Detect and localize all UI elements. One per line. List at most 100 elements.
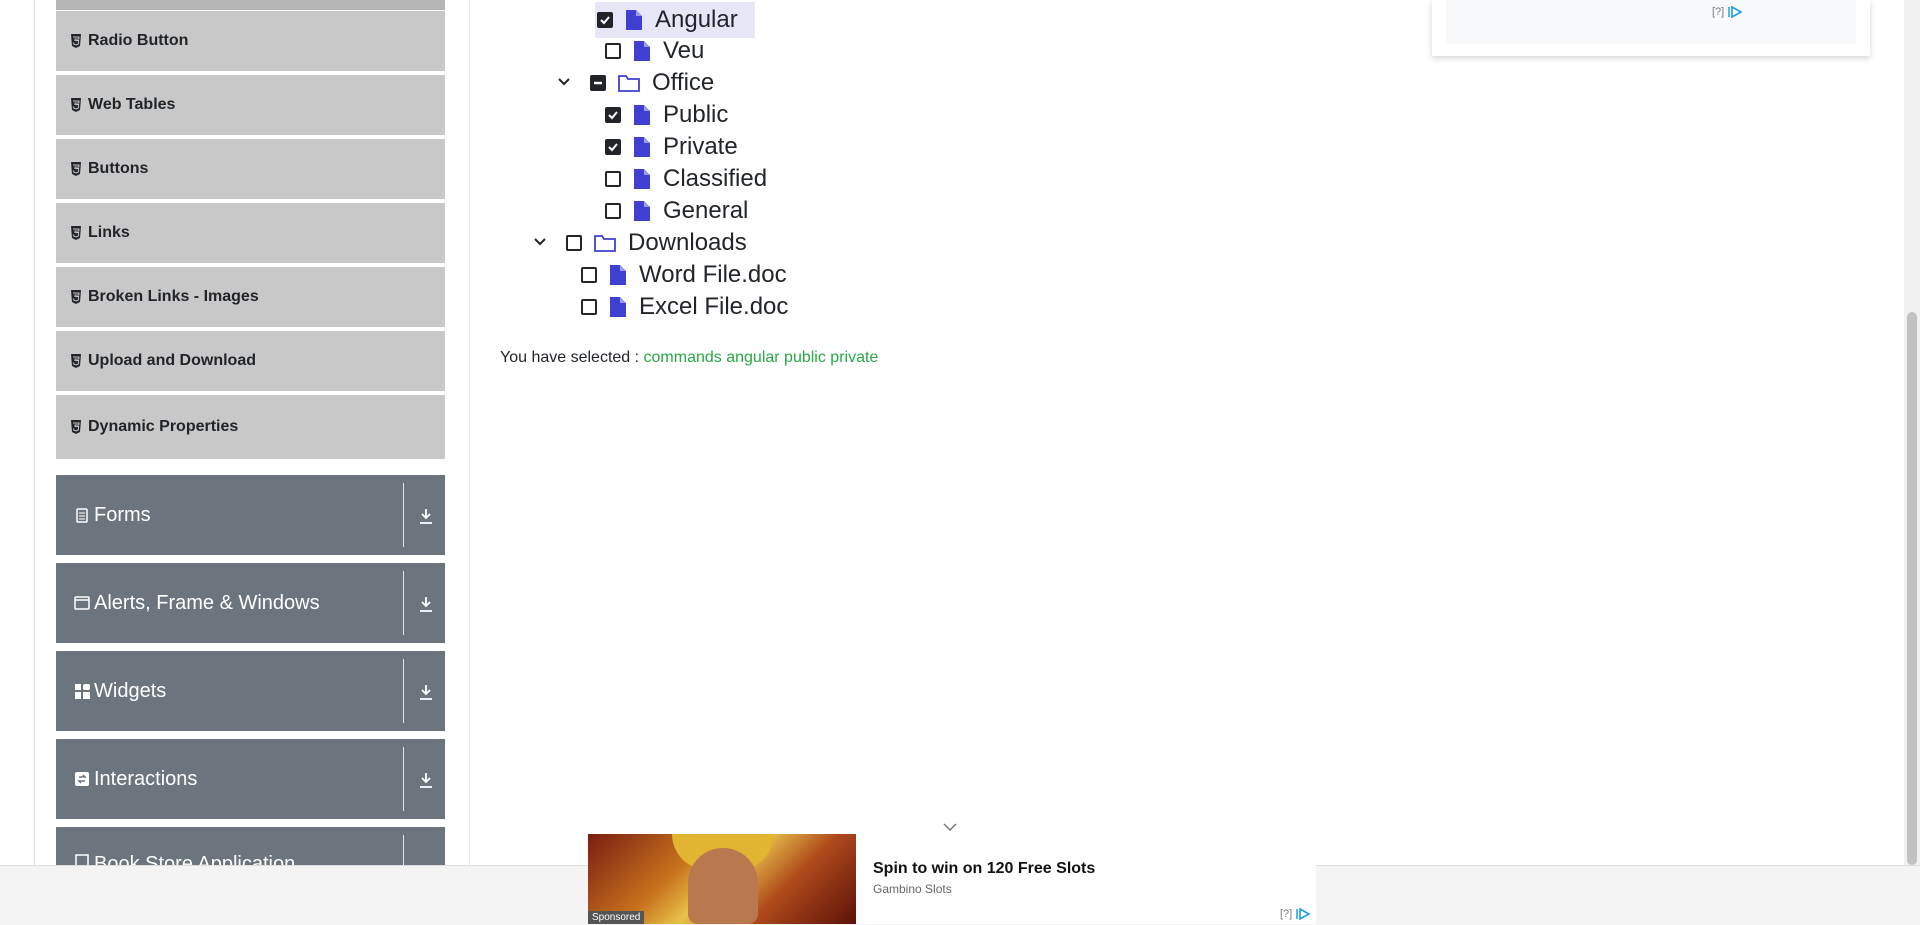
chevron-down-icon[interactable] (533, 237, 547, 247)
ad-info-marker: [?] (1712, 6, 1725, 18)
scrollbar-thumb[interactable] (1907, 312, 1917, 865)
sidebar-item-label: Links (88, 224, 130, 241)
file-icon (634, 169, 650, 189)
tree-node-office[interactable]: Office (590, 68, 714, 98)
sidebar-border (34, 0, 35, 866)
group-header-interactions[interactable]: Interactions (56, 739, 445, 819)
selected-items: commands angular public private (643, 349, 879, 366)
file-icon (634, 201, 650, 221)
sidebar-item-web-tables[interactable]: Web Tables (56, 75, 445, 137)
ad-title[interactable]: Spin to win on 120 Free Slots (873, 860, 1095, 878)
tree-node-label: Private (663, 133, 738, 160)
adchoices-icon (1296, 908, 1311, 920)
group-header-label: Interactions (94, 767, 198, 790)
tree-node-label: General (663, 197, 749, 224)
folder-icon (618, 75, 640, 92)
group-divider (403, 835, 404, 865)
group-divider (403, 747, 404, 811)
book-icon (74, 853, 90, 865)
group-header-widgets[interactable]: Widgets (56, 651, 445, 731)
checkbox-partial[interactable] (590, 75, 606, 91)
clipboard-icon (74, 507, 90, 523)
sidebar-item-links[interactable]: Links (56, 203, 445, 265)
download-icon[interactable] (418, 595, 434, 613)
file-icon (610, 297, 626, 317)
group-divider (403, 483, 404, 547)
tree-node-classified[interactable]: Classified (605, 164, 767, 194)
html5-icon (71, 34, 81, 48)
ad-choices[interactable]: [?] (1712, 6, 1743, 18)
checkbox-unchecked[interactable] (581, 267, 597, 283)
collapse-chevron-icon[interactable] (943, 822, 957, 832)
tree-node-label: Word File.doc (639, 261, 787, 288)
checkbox-checked[interactable] (605, 139, 621, 155)
html5-icon (71, 162, 81, 176)
html5-icon (71, 354, 81, 368)
html5-icon (71, 98, 81, 112)
sidebar-item-upload-download[interactable]: Upload and Download (56, 331, 445, 393)
group-header-label: Alerts, Frame & Windows (94, 591, 320, 614)
download-icon[interactable] (418, 507, 434, 525)
sidebar-item-buttons[interactable]: Buttons (56, 139, 445, 201)
ad-choices[interactable]: [?] (1280, 908, 1311, 920)
file-icon (634, 41, 650, 61)
tree-node-public[interactable]: Public (605, 100, 728, 130)
sidebar-item-label: Radio Button (88, 32, 189, 49)
group-header-alerts[interactable]: Alerts, Frame & Windows (56, 563, 445, 643)
html5-icon (71, 226, 81, 240)
ad-image-figure (688, 848, 758, 924)
sidebar-item-label: Buttons (88, 160, 149, 177)
sidebar-item-label: Upload and Download (88, 352, 256, 369)
ad-brand[interactable]: Gambino Slots (873, 882, 952, 896)
tree-node-label: Classified (663, 165, 768, 192)
sponsored-label: Sponsored (588, 911, 645, 924)
download-icon[interactable] (418, 771, 434, 789)
sidebar-item-label: Broken Links - Images (88, 288, 259, 305)
sidebar-item-broken-links[interactable]: Broken Links - Images (56, 267, 445, 329)
selection-result: You have selected : commands angular pub… (500, 349, 878, 367)
download-icon[interactable] (418, 683, 434, 701)
checkbox-checked[interactable] (605, 107, 621, 123)
group-header-label: Widgets (94, 679, 167, 702)
checkbox-unchecked[interactable] (581, 299, 597, 315)
tree-node-private[interactable]: Private (605, 132, 738, 162)
tree-node-label: Excel File.doc (639, 293, 789, 320)
group-divider (403, 659, 404, 723)
html5-icon (71, 290, 81, 304)
adchoices-icon (1728, 6, 1743, 18)
tree-node-word-file[interactable]: Word File.doc (581, 260, 787, 290)
ad-image[interactable]: Sponsored (588, 834, 856, 924)
checkbox-unchecked[interactable] (605, 43, 621, 59)
group-header-forms[interactable]: Forms (56, 475, 445, 555)
file-icon (626, 10, 642, 30)
file-icon (634, 105, 650, 125)
tree-node-excel-file[interactable]: Excel File.doc (581, 292, 788, 322)
tree-node-label: Public (663, 101, 729, 128)
result-prefix: You have selected : (500, 349, 640, 366)
tree-node-label: Veu (663, 37, 705, 64)
sidebar-item-check-box[interactable] (56, 0, 445, 10)
group-header-label: Forms (94, 503, 151, 526)
window-icon (74, 595, 90, 611)
file-icon (610, 265, 626, 285)
sidebar-item-dynamic-properties[interactable]: Dynamic Properties (56, 395, 445, 459)
group-divider (403, 571, 404, 635)
checkbox-unchecked[interactable] (605, 171, 621, 187)
tree-node-general[interactable]: General (605, 196, 748, 226)
checkbox-unchecked[interactable] (566, 235, 582, 251)
sidebar-item-radio-button[interactable]: Radio Button (56, 11, 445, 73)
chevron-down-icon[interactable] (557, 77, 571, 87)
tree-node-label: Angular (655, 6, 738, 33)
tree-node-downloads[interactable]: Downloads (566, 228, 747, 258)
group-header-book-store[interactable]: Book Store Application (56, 827, 445, 865)
tree-node-veu[interactable]: Veu (605, 36, 704, 66)
checkbox-checked[interactable] (597, 12, 613, 28)
file-icon (634, 137, 650, 157)
tree-node-angular[interactable]: Angular (595, 2, 755, 38)
sidebar-item-label: Dynamic Properties (88, 418, 239, 435)
ad-banner-top[interactable]: [?] (1432, 0, 1870, 56)
ad-banner-bottom[interactable]: Sponsored Spin to win on 120 Free Slots … (588, 834, 1316, 924)
ad-info-marker: [?] (1280, 908, 1293, 920)
sidebar-item-label: Web Tables (88, 96, 176, 113)
checkbox-unchecked[interactable] (605, 203, 621, 219)
